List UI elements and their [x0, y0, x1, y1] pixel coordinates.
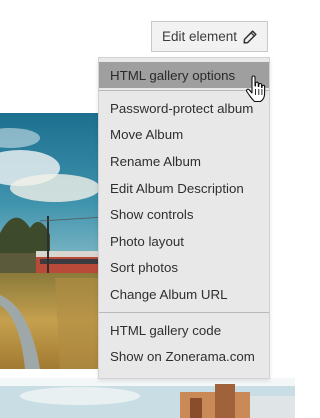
- menu-item-photo-layout[interactable]: Photo layout: [99, 228, 269, 255]
- album-photo-secondary[interactable]: [0, 378, 295, 418]
- menu-item-show-controls[interactable]: Show controls: [99, 201, 269, 228]
- menu-divider: [99, 311, 269, 313]
- album-options-menu: HTML gallery options Password-protect al…: [98, 57, 270, 379]
- album-photo[interactable]: [0, 113, 105, 369]
- hand-pointer-icon: [245, 75, 267, 103]
- menu-item-rename-album[interactable]: Rename Album: [99, 148, 269, 175]
- edit-element-label: Edit element: [161, 29, 237, 44]
- menu-item-html-gallery-code[interactable]: HTML gallery code: [99, 317, 269, 344]
- menu-item-sort-photos[interactable]: Sort photos: [99, 255, 269, 282]
- menu-divider: [99, 90, 269, 91]
- menu-item-password-protect[interactable]: Password-protect album: [99, 95, 269, 122]
- menu-item-change-url[interactable]: Change Album URL: [99, 281, 269, 308]
- menu-item-show-on-zonerama[interactable]: Show on Zonerama.com: [99, 343, 269, 370]
- menu-item-html-gallery-options[interactable]: HTML gallery options: [99, 62, 269, 88]
- menu-item-edit-description[interactable]: Edit Album Description: [99, 175, 269, 202]
- edit-element-button[interactable]: Edit element: [151, 21, 268, 52]
- pencil-icon: [243, 29, 257, 44]
- menu-item-move-album[interactable]: Move Album: [99, 122, 269, 149]
